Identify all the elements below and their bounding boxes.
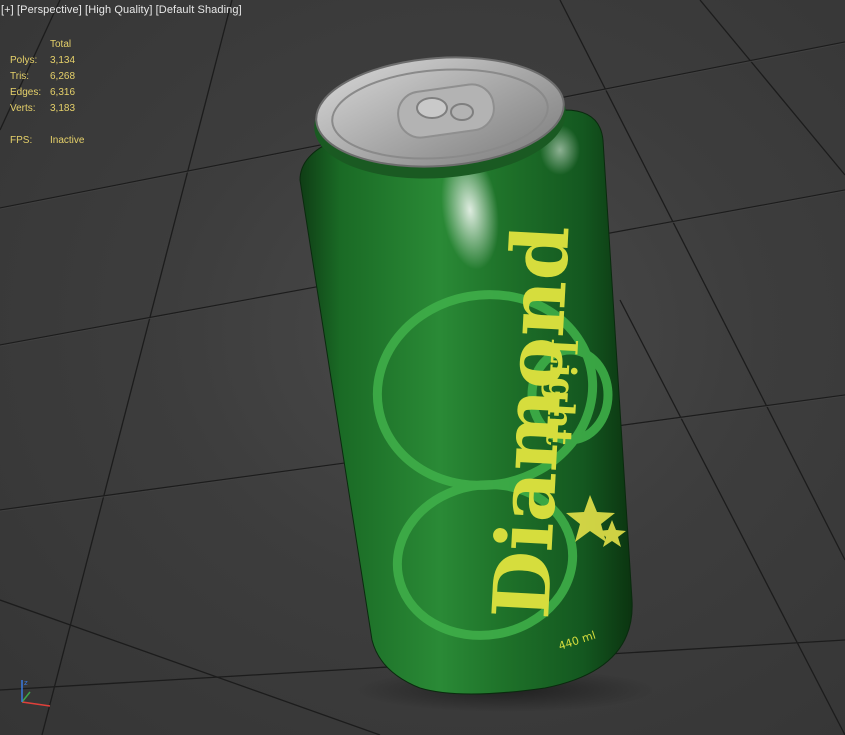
y-axis-icon [21, 691, 31, 703]
sub-brand-label: Light [537, 338, 585, 447]
can-model[interactable]: Diamond Light 440 ml [0, 0, 845, 735]
perspective-viewport[interactable]: [+] [Perspective] [High Quality] [Defaul… [0, 0, 845, 735]
axis-gizmo: z [21, 679, 51, 707]
x-axis-icon [21, 701, 51, 707]
svg-text:z: z [24, 679, 28, 687]
